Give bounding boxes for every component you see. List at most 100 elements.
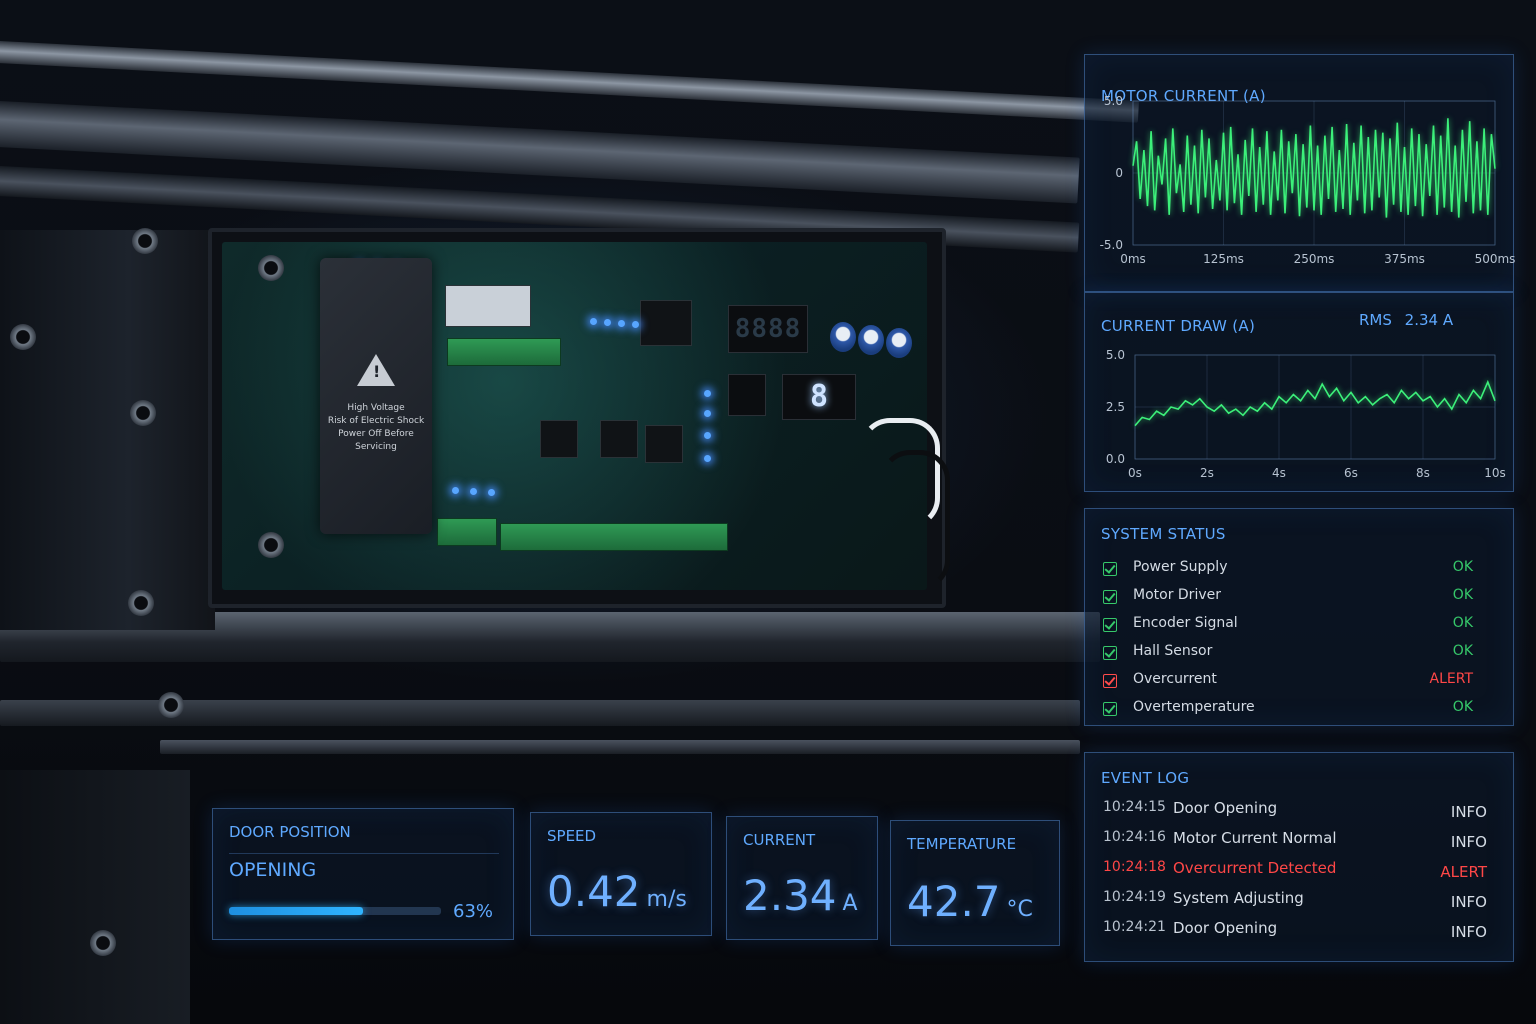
- door-state: OPENING: [229, 859, 317, 881]
- bolt-icon: [258, 532, 284, 558]
- status-row: Hall Sensor OK: [1103, 643, 1473, 665]
- current-title: CURRENT: [743, 831, 816, 849]
- check-icon: [1103, 618, 1117, 632]
- log-level: ALERT: [1440, 863, 1487, 881]
- status-led: [704, 432, 711, 439]
- log-time: 10:24:16: [1103, 829, 1166, 845]
- log-time: 10:24:21: [1103, 919, 1166, 935]
- ic-chip: [540, 420, 578, 458]
- status-row: Power Supply OK: [1103, 559, 1473, 581]
- log-message: System Adjusting: [1173, 889, 1304, 907]
- current-card: CURRENT 2.34 A: [726, 816, 878, 940]
- status-row: Encoder Signal OK: [1103, 615, 1473, 637]
- door-progress-fill: [229, 907, 363, 915]
- motor-current-chart: 5.0 0 -5.0 0ms 125ms 250ms 375ms 500ms: [1100, 94, 1515, 266]
- current-draw-panel: CURRENT DRAW (A) RMS 2.34 A 5.0 2.5 0.0 0s…: [1084, 292, 1514, 492]
- check-icon: [1103, 590, 1117, 604]
- ic-chip: [600, 420, 638, 458]
- log-entry: 10:24:15 Door Opening INFO: [1103, 799, 1487, 821]
- warning-line: Servicing: [355, 442, 397, 452]
- status-value: OK: [1452, 587, 1473, 603]
- divider: [229, 853, 499, 854]
- bolt-icon: [132, 228, 158, 254]
- bolt-icon: [10, 324, 36, 350]
- capacitor: [886, 328, 912, 358]
- speed-unit: m/s: [646, 887, 687, 912]
- status-value: OK: [1452, 559, 1473, 575]
- check-icon: [1103, 562, 1117, 576]
- mounting-frame: [0, 770, 190, 1024]
- warning-line: Power Off Before: [338, 429, 414, 439]
- log-entry: 10:24:18 Overcurrent Detected ALERT: [1103, 859, 1487, 881]
- status-led: [632, 321, 639, 328]
- cable: [880, 450, 950, 590]
- x-tick-label: 4s: [1272, 466, 1286, 480]
- check-icon: [1103, 702, 1117, 716]
- lower-rail: [160, 740, 1080, 754]
- bolt-icon: [130, 400, 156, 426]
- bolt-icon: [90, 930, 116, 956]
- temperature-unit: °C: [1006, 897, 1033, 922]
- status-led: [704, 455, 711, 462]
- mounting-frame: [0, 230, 215, 630]
- status-label: Overtemperature: [1133, 699, 1255, 715]
- event-log-panel: EVENT LOG 10:24:15 Door Opening INFO 10:24:…: [1084, 752, 1514, 962]
- log-entry: 10:24:21 Door Opening INFO: [1103, 919, 1487, 941]
- status-value: OK: [1452, 699, 1473, 715]
- capacitor: [830, 322, 856, 352]
- y-tick-label: 5.0: [1106, 348, 1125, 362]
- bolt-icon: [258, 255, 284, 281]
- seven-segment-display: 8888: [728, 305, 808, 353]
- terminal-block: [500, 523, 728, 551]
- status-row: Overtemperature OK: [1103, 699, 1473, 721]
- event-log-title: EVENT LOG: [1101, 769, 1190, 787]
- status-value: OK: [1452, 643, 1473, 659]
- log-level: INFO: [1450, 833, 1487, 851]
- x-tick-label: 250ms: [1294, 252, 1335, 266]
- x-axis-labels: 0s 2s 4s 6s 8s 10s: [1128, 466, 1506, 480]
- x-tick-label: 125ms: [1203, 252, 1244, 266]
- status-led: [590, 318, 597, 325]
- motor-current-panel: MOTOR CURRENT (A) 5.0 0 -5.0 0ms 125ms 250ms…: [1084, 54, 1515, 292]
- current-draw-series: [1134, 379, 1496, 427]
- x-tick-label: 10s: [1484, 466, 1506, 480]
- system-status-title: SYSTEM STATUS: [1101, 525, 1226, 543]
- status-label: Encoder Signal: [1133, 615, 1238, 631]
- log-message: Overcurrent Detected: [1173, 859, 1337, 877]
- check-icon: [1103, 646, 1117, 660]
- status-row: Motor Driver OK: [1103, 587, 1473, 609]
- x-axis-labels: 0ms 125ms 250ms 375ms 500ms: [1120, 252, 1515, 266]
- seven-segment-display: [728, 374, 766, 416]
- log-time: 10:24:19: [1103, 889, 1166, 905]
- chart-grid: [1134, 354, 1496, 460]
- speed-card: SPEED 0.42 m/s: [530, 812, 712, 936]
- warning-line: Risk of Electric Shock: [327, 416, 425, 426]
- temperature-readout: 42.7 °C: [907, 877, 1033, 926]
- bolt-icon: [128, 590, 154, 616]
- status-led: [618, 320, 625, 327]
- log-message: Door Opening: [1173, 799, 1278, 817]
- door-progress-track: [229, 907, 441, 915]
- current-readout: 2.34 A: [743, 871, 858, 920]
- terminal-block: [447, 338, 561, 366]
- x-tick-label: 375ms: [1384, 252, 1425, 266]
- x-tick-label: 500ms: [1475, 252, 1515, 266]
- status-value: OK: [1452, 615, 1473, 631]
- x-tick-label: 2s: [1200, 466, 1214, 480]
- log-message: Door Opening: [1173, 919, 1278, 937]
- status-led: [452, 487, 459, 494]
- ic-chip: [640, 300, 692, 346]
- terminal-block: [437, 518, 497, 546]
- status-row: Overcurrent ALERT: [1103, 671, 1473, 693]
- x-tick-label: 6s: [1344, 466, 1358, 480]
- status-label: Overcurrent: [1133, 671, 1217, 687]
- speed-readout: 0.42 m/s: [547, 867, 687, 916]
- y-axis-labels: 5.0 2.5 0.0: [1106, 348, 1125, 466]
- current-value: 2.34: [743, 871, 837, 920]
- high-voltage-cover: ! High Voltage Risk of Electric Shock Po…: [320, 258, 432, 534]
- temperature-card: TEMPERATURE 42.7 °C: [890, 820, 1060, 946]
- y-axis-labels: 5.0 0 -5.0: [1100, 94, 1123, 252]
- status-led: [704, 390, 711, 397]
- y-tick-label: -5.0: [1100, 238, 1123, 252]
- connector: [445, 285, 531, 327]
